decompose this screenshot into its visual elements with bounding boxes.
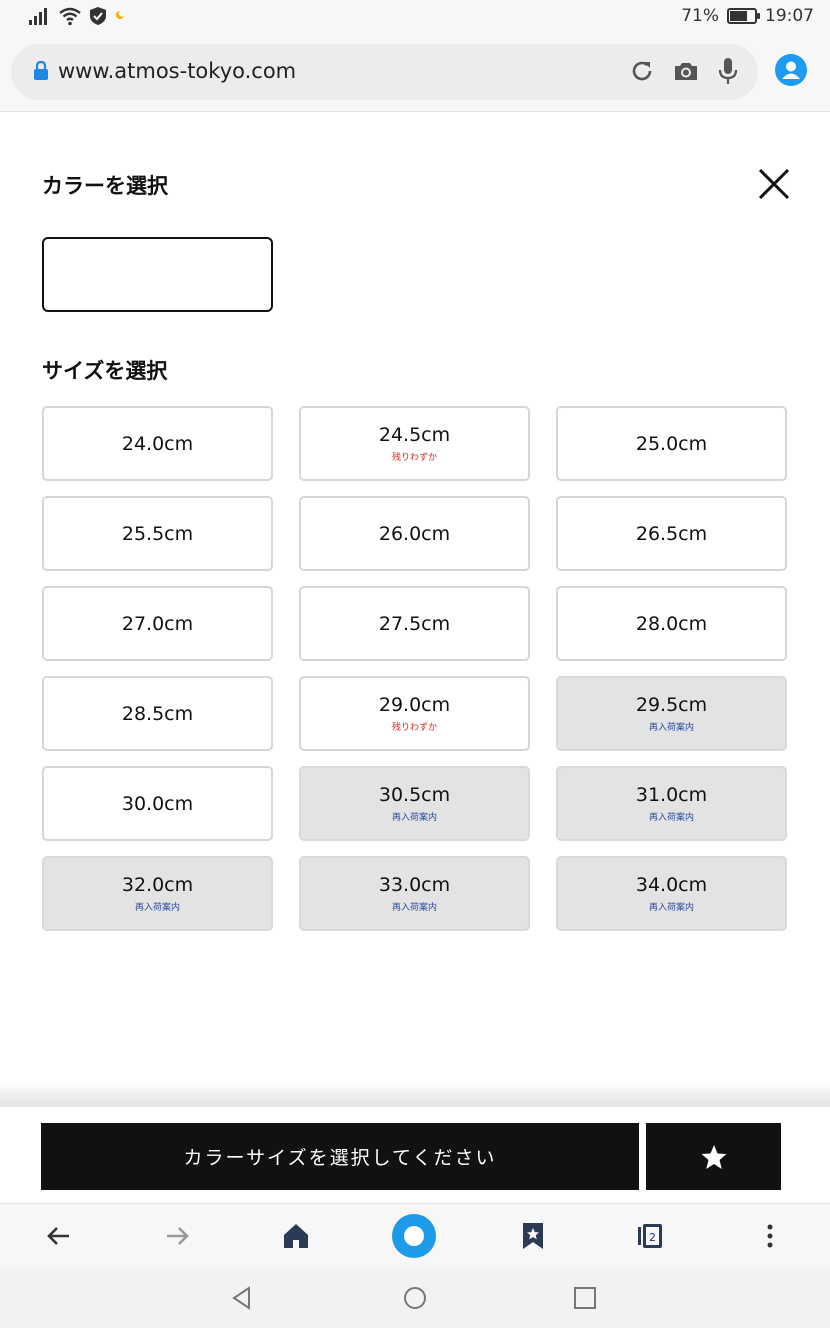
system-home-icon[interactable]: [402, 1285, 428, 1311]
clock: 19:07: [765, 6, 814, 26]
url-text[interactable]: www.atmos-tokyo.com: [58, 59, 296, 83]
size-label: 26.0cm: [378, 522, 451, 545]
size-label: 32.0cm: [121, 874, 194, 896]
forward-button[interactable]: [155, 1214, 199, 1258]
favorite-button[interactable]: [646, 1123, 781, 1190]
back-button[interactable]: [37, 1214, 81, 1258]
size-option[interactable]: 26.5cm: [556, 496, 787, 571]
battery-percent: 71%: [681, 6, 719, 26]
size-label: 30.5cm: [378, 784, 451, 806]
size-label: 28.5cm: [121, 702, 194, 725]
size-grid: 24.0cm 24.5cm 残りわずか 25.0cm 25.5cm 26.0cm 26.5c…: [42, 406, 787, 931]
size-option[interactable]: 33.0cm 再入荷案内: [299, 856, 530, 931]
size-option[interactable]: 31.0cm 再入荷案内: [556, 766, 787, 841]
size-label: 27.0cm: [121, 612, 194, 635]
size-label: 33.0cm: [378, 874, 451, 896]
size-label: 24.5cm: [378, 424, 451, 446]
size-option[interactable]: 27.5cm: [299, 586, 530, 661]
bookmarks-button[interactable]: [511, 1214, 555, 1258]
low-stock-note: 残りわずか: [391, 453, 437, 463]
size-option[interactable]: 34.0cm 再入荷案内: [556, 856, 787, 931]
close-icon: [758, 168, 790, 200]
browser-logo-icon: [392, 1214, 436, 1258]
bookmark-star-icon: [523, 1223, 543, 1249]
size-label: 34.0cm: [635, 874, 708, 896]
size-label: 31.0cm: [635, 784, 708, 806]
size-label: 30.0cm: [121, 792, 194, 815]
size-selection-sheet: カラーを選択 サイズを選択 24.0cm 24.5cm 残りわずか 25.0cm 25.…: [0, 112, 830, 1107]
restock-note: 再入荷案内: [391, 903, 437, 913]
reload-icon[interactable]: [628, 57, 656, 85]
forward-arrow-icon: [167, 1227, 189, 1245]
size-label: 24.0cm: [121, 432, 194, 455]
home-icon: [284, 1224, 308, 1248]
shield-icon: [90, 7, 106, 25]
lock-icon: [34, 61, 48, 80]
size-label: 25.5cm: [121, 522, 194, 545]
tabs-icon: 2: [638, 1224, 662, 1248]
divider-shadow: [0, 1080, 830, 1110]
color-heading: カラーを選択: [42, 174, 168, 198]
moon-icon: [116, 10, 126, 19]
browser-logo-button[interactable]: [392, 1214, 436, 1258]
close-button[interactable]: [752, 162, 796, 206]
size-option[interactable]: 25.5cm: [42, 496, 273, 571]
tabs-button[interactable]: 2: [629, 1214, 673, 1258]
size-option[interactable]: 24.0cm: [42, 406, 273, 481]
low-stock-note: 残りわずか: [391, 723, 437, 733]
battery-icon: [727, 8, 760, 24]
system-recents-icon[interactable]: [572, 1285, 598, 1311]
profile-avatar-icon[interactable]: [775, 54, 807, 86]
size-label: 26.5cm: [635, 522, 708, 545]
size-option[interactable]: 28.5cm: [42, 676, 273, 751]
restock-note: 再入荷案内: [648, 723, 694, 733]
signal-icon: [29, 8, 47, 25]
menu-button[interactable]: [748, 1214, 792, 1258]
more-vertical-icon: [767, 1224, 773, 1248]
size-option[interactable]: 25.0cm: [556, 406, 787, 481]
back-arrow-icon: [47, 1227, 69, 1245]
camera-icon[interactable]: [672, 57, 700, 85]
browser-toolbar: www.atmos-tokyo.com: [0, 34, 830, 112]
size-option[interactable]: 28.0cm: [556, 586, 787, 661]
size-label: 25.0cm: [635, 432, 708, 455]
wifi-icon: [59, 7, 81, 26]
restock-note: 再入荷案内: [648, 813, 694, 823]
size-heading: サイズを選択: [42, 359, 168, 383]
size-option[interactable]: 30.0cm: [42, 766, 273, 841]
size-label: 29.5cm: [635, 694, 708, 716]
status-bar: 71% 19:07: [0, 0, 830, 34]
size-option[interactable]: 24.5cm 残りわずか: [299, 406, 530, 481]
size-option[interactable]: 30.5cm 再入荷案内: [299, 766, 530, 841]
size-option[interactable]: 29.0cm 残りわずか: [299, 676, 530, 751]
tab-count: 2: [649, 1231, 656, 1244]
select-color-size-button[interactable]: カラーサイズを選択してください: [41, 1123, 639, 1190]
size-label: 27.5cm: [378, 612, 451, 635]
size-option[interactable]: 29.5cm 再入荷案内: [556, 676, 787, 751]
system-navigation: [0, 1267, 830, 1328]
size-option[interactable]: 27.0cm: [42, 586, 273, 661]
action-bar: カラーサイズを選択してください: [0, 1107, 830, 1203]
star-icon: [701, 1144, 726, 1169]
restock-note: 再入荷案内: [648, 903, 694, 913]
size-label: 29.0cm: [378, 694, 451, 716]
size-option[interactable]: 32.0cm 再入荷案内: [42, 856, 273, 931]
address-bar[interactable]: www.atmos-tokyo.com: [11, 44, 758, 100]
color-option[interactable]: [42, 237, 273, 312]
system-back-icon[interactable]: [229, 1285, 255, 1311]
browser-bottom-nav: 2: [0, 1203, 830, 1267]
restock-note: 再入荷案内: [134, 903, 180, 913]
restock-note: 再入荷案内: [391, 813, 437, 823]
home-button[interactable]: [274, 1214, 318, 1258]
size-option[interactable]: 26.0cm: [299, 496, 530, 571]
microphone-icon[interactable]: [716, 56, 740, 86]
size-label: 28.0cm: [635, 612, 708, 635]
